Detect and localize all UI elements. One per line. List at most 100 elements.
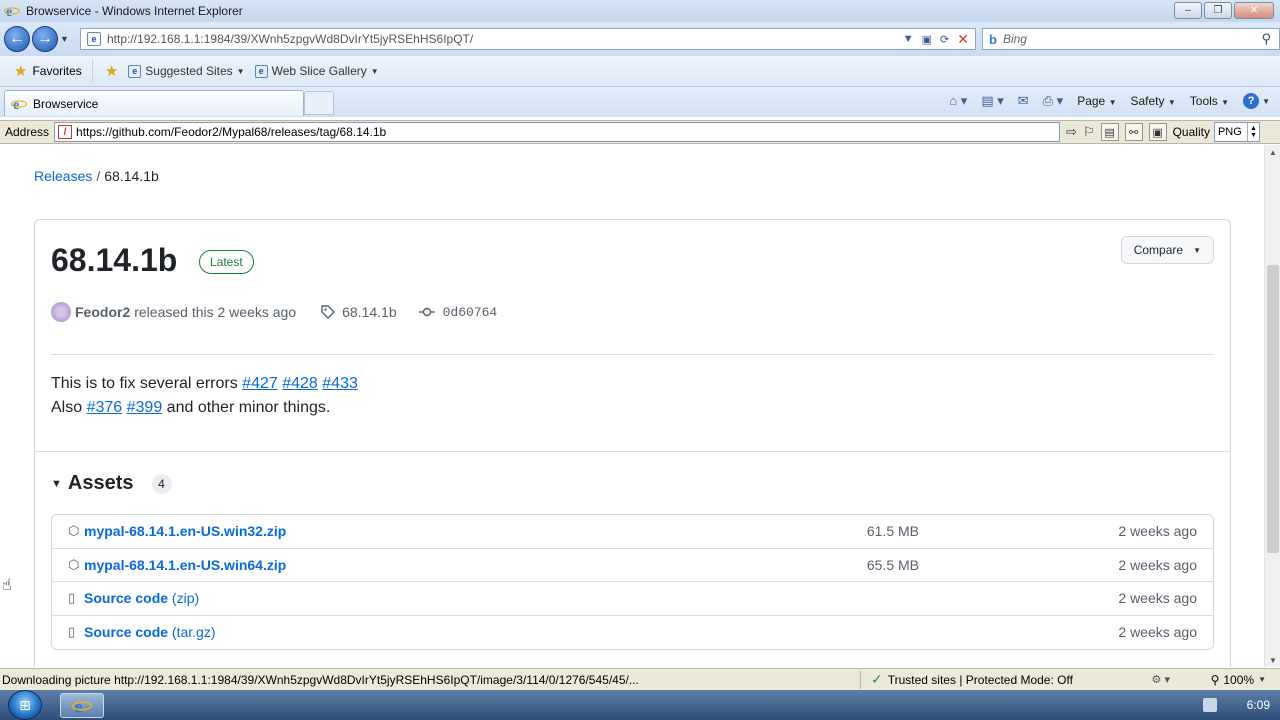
- compatibility-view-icon[interactable]: ▣: [922, 33, 932, 46]
- stop-icon[interactable]: ✕: [957, 31, 969, 48]
- compare-button[interactable]: Compare ▼: [1120, 236, 1214, 264]
- assets-count-badge: 4: [151, 473, 172, 494]
- release-title[interactable]: 68.14.1b: [51, 242, 177, 279]
- svg-text:e: e: [75, 696, 83, 716]
- address-value[interactable]: https://github.com/Feodor2/Mypal68/relea…: [76, 125, 386, 139]
- release-notes-line-1: This is to fix several errors #427 #428 …: [51, 372, 358, 396]
- asset-name: Source code: [84, 624, 169, 641]
- feeds-icon[interactable]: ▤ ▾: [981, 93, 1003, 109]
- asset-date: 2 weeks ago: [1118, 590, 1197, 607]
- back-button[interactable]: ←: [4, 26, 30, 52]
- maximize-button[interactable]: ❐: [1204, 2, 1232, 19]
- address-label: Address: [5, 125, 50, 139]
- issue-link[interactable]: #428: [282, 375, 318, 392]
- tools-menu[interactable]: Tools ▼: [1190, 94, 1229, 108]
- asset-name: mypal-68.14.1.en-US.win64.zip: [84, 556, 287, 573]
- asset-date: 2 weeks ago: [1118, 556, 1197, 573]
- ie-page-icon: e: [254, 64, 268, 78]
- avatar[interactable]: [51, 302, 71, 322]
- package-icon: ⬡: [68, 556, 80, 572]
- taskbar-ie-button[interactable]: e: [60, 693, 104, 718]
- ie-logo-icon: e: [72, 696, 92, 716]
- print-icon[interactable]: ⎙ ▾: [1043, 93, 1064, 109]
- tab-browservice[interactable]: e Browservice: [4, 90, 304, 116]
- url-text[interactable]: http://192.168.1.1:1984/39/XWnh5zpgvWd8D…: [107, 32, 903, 46]
- released-text: released this 2 weeks ago: [134, 304, 297, 320]
- scroll-up-icon[interactable]: ▲: [1265, 145, 1280, 159]
- quality-spinner-icon[interactable]: ▲ ▼: [1246, 123, 1259, 141]
- asset-size: 65.5 MB: [866, 556, 919, 573]
- security-zone-label: Trusted sites | Protected Mode: Off: [887, 672, 1073, 687]
- window-title: Browservice - Windows Internet Explorer: [26, 4, 243, 18]
- quality-selector[interactable]: PNG ▲ ▼: [1213, 122, 1260, 142]
- go-arrow-icon[interactable]: ⇨: [1066, 124, 1077, 140]
- compare-label: Compare: [1133, 243, 1184, 257]
- asset-link[interactable]: Source code (tar.gz): [84, 624, 216, 640]
- divider: [51, 354, 1214, 355]
- asset-row: ⬡ mypal-68.14.1.en-US.win64.zip 65.5 MB …: [52, 549, 1213, 582]
- find-icon[interactable]: ⚯: [1124, 123, 1143, 141]
- favorites-button[interactable]: ★ Favorites: [0, 59, 93, 83]
- clipboard-icon[interactable]: ▤: [1100, 123, 1119, 141]
- release-card: 68.14.1b Latest Compare ▼ Feodor2 releas…: [34, 219, 1231, 667]
- divider: [35, 451, 1230, 452]
- safety-menu-label: Safety: [1130, 94, 1165, 108]
- help-menu[interactable]: ? ▼: [1243, 93, 1270, 109]
- page-menu[interactable]: Page ▼: [1077, 94, 1116, 108]
- asset-link[interactable]: mypal-68.14.1.en-US.win32.zip: [84, 523, 286, 539]
- chevron-down-icon: ▼: [370, 66, 379, 76]
- start-button[interactable]: ⊞: [8, 690, 42, 720]
- assets-toggle[interactable]: ▼ Assets 4: [51, 472, 172, 495]
- commit-link[interactable]: 0d60764: [443, 305, 498, 320]
- issue-link[interactable]: #399: [127, 399, 163, 416]
- page-menu-label: Page: [1077, 94, 1106, 108]
- tag-link[interactable]: 68.14.1b: [342, 304, 397, 320]
- url-bar[interactable]: e http://192.168.1.1:1984/39/XWnh5zpgvWd…: [80, 28, 976, 50]
- asset-date: 2 weeks ago: [1118, 624, 1197, 641]
- tag-icon: [321, 305, 336, 319]
- asset-row: ⬡ mypal-68.14.1.en-US.win32.zip 61.5 MB …: [52, 515, 1213, 549]
- checkmark-icon: ✓: [871, 671, 883, 687]
- clock[interactable]: 6:09: [1247, 698, 1270, 712]
- issue-link[interactable]: #376: [87, 399, 123, 416]
- author-link[interactable]: Feodor2: [75, 304, 130, 320]
- issue-link[interactable]: #427: [242, 375, 278, 392]
- chevron-down-icon: ▼: [1258, 675, 1266, 684]
- read-mail-icon[interactable]: ✉: [1018, 93, 1029, 109]
- refresh-icon[interactable]: ⟳: [940, 33, 949, 46]
- quality-value: PNG: [1217, 126, 1242, 138]
- new-tab-button[interactable]: [304, 91, 334, 115]
- search-icon[interactable]: ⚲: [1261, 31, 1271, 47]
- search-box[interactable]: b Bing ⚲: [982, 28, 1280, 50]
- asset-link[interactable]: mypal-68.14.1.en-US.win64.zip: [84, 557, 286, 573]
- issue-link[interactable]: #433: [322, 375, 358, 392]
- security-zone[interactable]: ✓ Trusted sites | Protected Mode: Off: [860, 670, 1073, 689]
- web-slice-gallery-item[interactable]: e Web Slice Gallery ▼: [254, 64, 379, 78]
- asset-link[interactable]: Source code (zip): [84, 590, 199, 606]
- action-center-icon[interactable]: [1202, 698, 1217, 712]
- address-field[interactable]: / https://github.com/Feodor2/Mypal68/rel…: [54, 122, 1061, 142]
- breadcrumb-releases-link[interactable]: Releases: [34, 168, 92, 184]
- latest-badge: Latest: [199, 250, 254, 274]
- release-meta: Feodor2 released this 2 weeks ago 68.14.…: [51, 302, 497, 322]
- close-window-button[interactable]: ✕: [1234, 2, 1274, 19]
- forward-button[interactable]: →: [32, 26, 58, 52]
- asset-name: Source code: [84, 590, 169, 607]
- scroll-thumb[interactable]: [1267, 265, 1279, 553]
- url-dropdown-icon[interactable]: ▼: [903, 33, 914, 45]
- safety-menu[interactable]: Safety ▼: [1131, 94, 1176, 108]
- add-to-favorites-bar-icon[interactable]: ★: [105, 62, 118, 80]
- recent-pages-dropdown-icon[interactable]: ▼: [60, 34, 69, 44]
- search-placeholder[interactable]: Bing: [1003, 32, 1262, 46]
- page-scrollbar[interactable]: ▲ ▼: [1264, 145, 1280, 667]
- zoom-control[interactable]: ⚲ 100% ▼: [1211, 673, 1266, 687]
- bookmark-icon[interactable]: ⚐: [1083, 124, 1095, 140]
- scroll-down-icon[interactable]: ▼: [1265, 653, 1280, 667]
- suggested-sites-item[interactable]: e Suggested Sites ▼: [128, 64, 245, 78]
- package-icon: ⬡: [68, 523, 80, 539]
- home-icon[interactable]: ⌂ ▾: [949, 93, 967, 109]
- paste-icon[interactable]: ▣: [1148, 123, 1167, 141]
- addons-icon[interactable]: ⚙ ▾: [1152, 673, 1170, 686]
- minimize-button[interactable]: –: [1174, 2, 1202, 19]
- navigation-bar: ← → ▼ e http://192.168.1.1:1984/39/XWnh5…: [0, 22, 1280, 56]
